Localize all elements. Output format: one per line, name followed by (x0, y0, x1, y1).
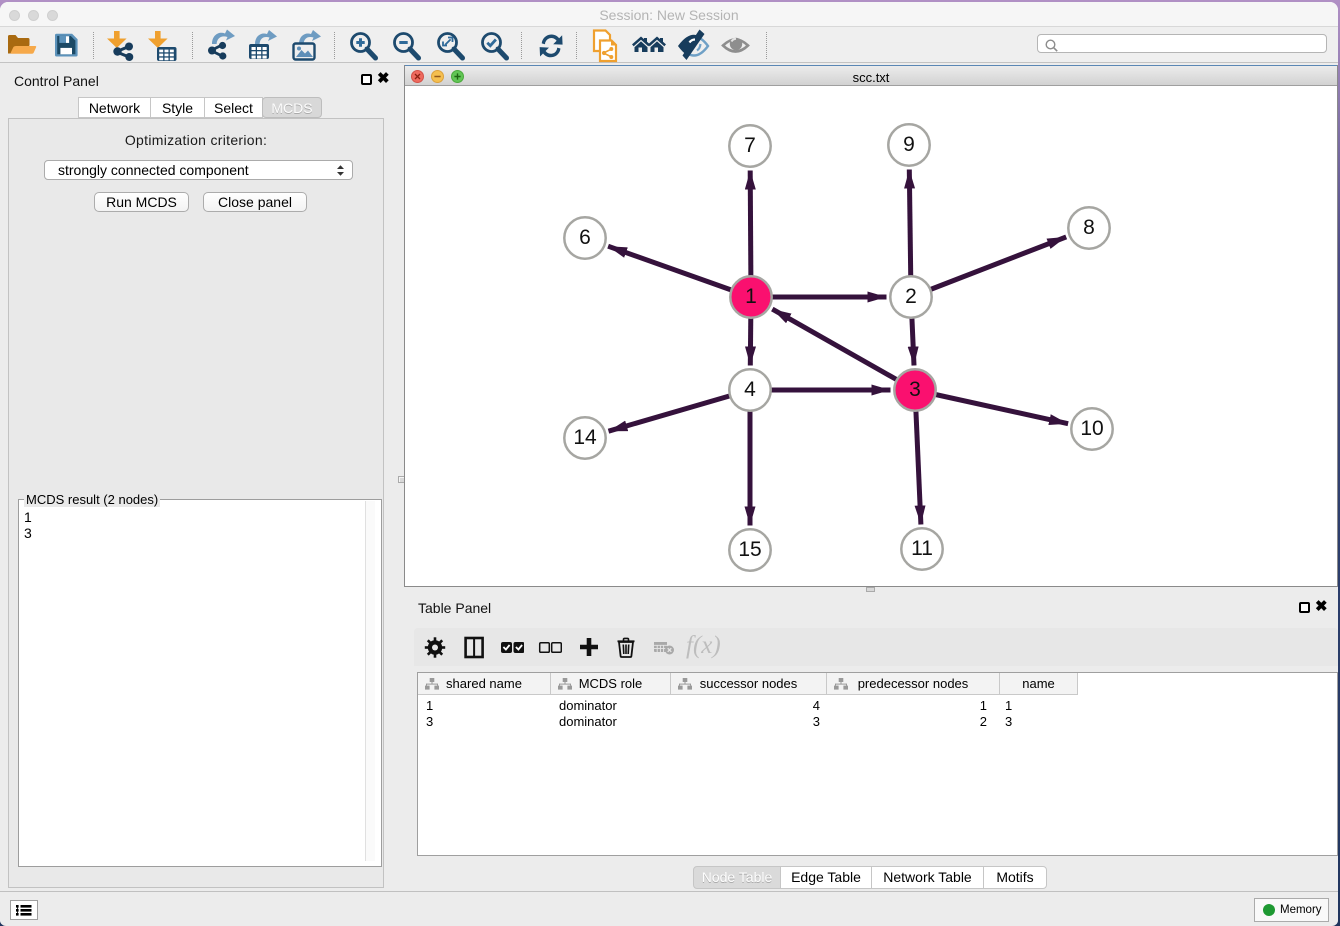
svg-text:3: 3 (909, 378, 921, 401)
svg-text:1: 1 (745, 285, 757, 308)
svg-text:15: 15 (738, 538, 761, 561)
svg-text:9: 9 (903, 133, 915, 156)
svg-text:14: 14 (573, 426, 597, 449)
svg-text:6: 6 (579, 226, 591, 249)
svg-text:8: 8 (1083, 216, 1095, 239)
svg-text:7: 7 (744, 134, 756, 157)
svg-text:4: 4 (744, 378, 756, 401)
svg-text:10: 10 (1080, 417, 1103, 440)
svg-text:11: 11 (911, 537, 933, 560)
svg-text:2: 2 (905, 285, 917, 308)
